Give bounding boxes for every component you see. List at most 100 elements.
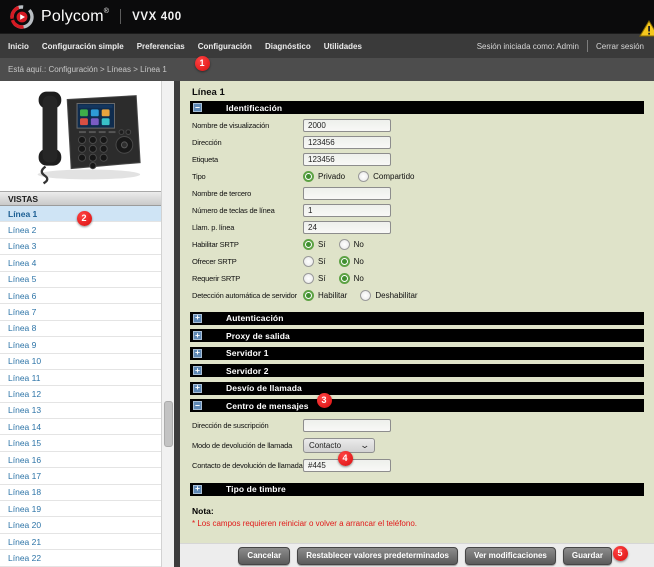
field-row-requerir-srtp: Requerir SRTP Sí No	[192, 270, 644, 287]
radio-no-selected[interactable]	[338, 256, 350, 267]
text-input-numero-de-teclas-de-linea[interactable]: 1	[303, 204, 391, 217]
nav-item-diagnostico[interactable]: Diagnóstico	[265, 42, 311, 51]
expand-icon[interactable]: +	[193, 383, 202, 393]
section-title: Servidor 1	[226, 348, 269, 358]
sidebar-item-linea-21[interactable]: Línea 21	[0, 534, 162, 551]
field-row-numero-de-teclas-de-linea: Número de teclas de línea 1	[192, 202, 644, 219]
radio-si-selected[interactable]	[303, 239, 314, 250]
sidebar-item-linea-9[interactable]: Línea 9	[0, 337, 162, 354]
field-label: Modo de devolución de llamada	[192, 440, 293, 450]
text-input-direccion[interactable]: 123456	[303, 136, 391, 149]
radio-no-selected[interactable]	[338, 273, 350, 284]
expand-icon[interactable]: +	[193, 331, 202, 340]
field-row-modo-de-devolucion-de-llamada: Modo de devolución de llamada Contacto ⌄	[192, 435, 644, 455]
text-input-nombre-de-tercero[interactable]	[303, 187, 391, 200]
section-header-proxy-de-salida[interactable]: + Proxy de salida	[190, 329, 644, 342]
text-input-contacto-de-devolucion-de-llamada[interactable]: #445	[303, 458, 391, 472]
text-input-llam-p-linea[interactable]: 24	[303, 221, 391, 234]
product-model: VVX 400	[132, 10, 182, 23]
radio-label: Sí	[318, 240, 326, 249]
radio-si[interactable]	[303, 256, 314, 267]
restablecer-valores-predeterminados-button[interactable]: Restablecer valores predeterminados	[297, 546, 458, 565]
sidebar-item-linea-8[interactable]: Línea 8	[0, 321, 162, 338]
radio-habilitar-selected[interactable]	[303, 290, 314, 301]
sidebar-item-linea-18[interactable]: Línea 18	[0, 485, 162, 502]
field-label: Dirección	[192, 138, 222, 147]
section-header-servidor-2[interactable]: + Servidor 2	[190, 364, 644, 377]
sidebar-item-linea-11[interactable]: Línea 11	[0, 370, 162, 387]
nav-item-utilidades[interactable]: Utilidades	[324, 42, 362, 51]
radio-deshabilitar[interactable]	[360, 290, 372, 301]
radio-option-si: Sí	[303, 273, 326, 284]
breadcrumb: Está aquí.: Configuración > Líneas > Lín…	[0, 58, 654, 81]
section-header-desvio-de-llamada[interactable]: + Desvío de llamada	[190, 381, 644, 395]
nav-item-configuracion-simple[interactable]: Configuración simple	[42, 42, 124, 51]
warning-icon[interactable]	[639, 20, 654, 37]
sidebar-item-linea-5[interactable]: Línea 5	[0, 272, 162, 288]
sidebar-item-linea-1[interactable]: Línea 1	[0, 206, 162, 223]
phone-image	[0, 81, 162, 191]
radio-si[interactable]	[303, 273, 314, 284]
field-label: Detección automática de servidor	[192, 291, 297, 300]
vvx400-phone-icon	[37, 91, 141, 185]
select-modo-de-devolucion-de-llamada[interactable]: Contacto ⌄	[303, 437, 375, 453]
sidebar-scrollbar[interactable]	[161, 81, 174, 567]
logout-link[interactable]: Cerrar sesión	[596, 42, 644, 51]
radio-option-si: Sí	[303, 239, 326, 250]
polycom-logo-icon	[10, 4, 34, 29]
radio-label: No	[353, 257, 364, 266]
field-row-deteccion-automatica-de-servidor: Detección automática de servidor Habilita…	[192, 287, 644, 304]
guardar-button[interactable]: Guardar	[562, 546, 612, 565]
cancelar-button[interactable]: Cancelar	[238, 546, 291, 565]
brand-name: Polycom®	[41, 7, 110, 25]
sidebar-item-linea-12[interactable]: Línea 12	[0, 386, 162, 403]
nav-item-preferencias[interactable]: Preferencias	[137, 42, 185, 51]
sidebar-item-linea-14[interactable]: Línea 14	[0, 419, 162, 436]
radio-option-privado: Privado	[303, 171, 345, 182]
field-label: Dirección de suscripción	[192, 420, 269, 430]
section-header-autenticacion[interactable]: + Autenticación	[190, 311, 644, 325]
radio-option-habilitar: Habilitar	[303, 290, 347, 301]
radio-label: Deshabilitar	[375, 291, 418, 300]
expand-icon[interactable]: +	[193, 313, 202, 323]
sidebar-item-linea-3[interactable]: Línea 3	[0, 239, 162, 256]
section-title: Identificación	[226, 102, 283, 113]
expand-icon[interactable]: +	[193, 484, 202, 494]
session-area: Sesión iniciada como: Admin Cerrar sesió…	[477, 40, 646, 52]
sidebar-item-linea-10[interactable]: Línea 10	[0, 354, 162, 370]
sidebar-item-linea-2[interactable]: Línea 2	[0, 222, 162, 239]
sidebar-item-linea-20[interactable]: Línea 20	[0, 517, 162, 534]
radio-option-no: No	[338, 239, 364, 250]
text-input-etiqueta[interactable]: 123456	[303, 153, 391, 166]
note-block: Nota: * Los campos requieren reiniciar o…	[190, 506, 644, 528]
section-header-tipo-de-timbre[interactable]: + Tipo de timbre	[190, 482, 644, 496]
sidebar-item-linea-15[interactable]: Línea 15	[0, 435, 162, 452]
radio-privado-selected[interactable]	[303, 171, 314, 182]
sidebar-item-linea-17[interactable]: Línea 17	[0, 468, 162, 485]
expand-icon[interactable]: +	[193, 348, 202, 358]
sidebar-item-linea-7[interactable]: Línea 7	[0, 304, 162, 321]
sidebar-item-linea-13[interactable]: Línea 13	[0, 403, 162, 420]
section-header-identificacion[interactable]: − Identificación	[190, 101, 644, 114]
sidebar-scrollbar-thumb[interactable]	[164, 401, 173, 447]
section-header-servidor-1[interactable]: + Servidor 1	[190, 346, 644, 360]
sidebar-item-linea-19[interactable]: Línea 19	[0, 501, 162, 518]
collapse-icon[interactable]: −	[193, 401, 202, 410]
nav-item-inicio[interactable]: Inicio	[8, 42, 29, 51]
section-header-centro-de-mensajes[interactable]: − Centro de mensajes	[190, 399, 644, 412]
field-label: Nombre de tercero	[192, 189, 252, 198]
nav-item-configuracion[interactable]: Configuración	[198, 42, 252, 51]
text-input-nombre-de-visualizacion[interactable]: 2000	[303, 119, 391, 132]
radio-label: No	[353, 274, 364, 283]
radio-compartido[interactable]	[358, 171, 370, 182]
ver-modificaciones-button[interactable]: Ver modificaciones	[464, 546, 556, 565]
sidebar-item-linea-22[interactable]: Línea 22	[0, 550, 162, 567]
field-row-etiqueta: Etiqueta 123456	[192, 151, 644, 168]
sidebar-item-linea-16[interactable]: Línea 16	[0, 452, 162, 469]
sidebar-item-linea-4[interactable]: Línea 4	[0, 255, 162, 272]
expand-icon[interactable]: +	[193, 366, 202, 375]
sidebar-item-linea-6[interactable]: Línea 6	[0, 288, 162, 305]
collapse-icon[interactable]: −	[193, 103, 202, 112]
text-input-direccion-de-suscripcion[interactable]	[303, 418, 391, 432]
radio-no[interactable]	[338, 239, 350, 250]
